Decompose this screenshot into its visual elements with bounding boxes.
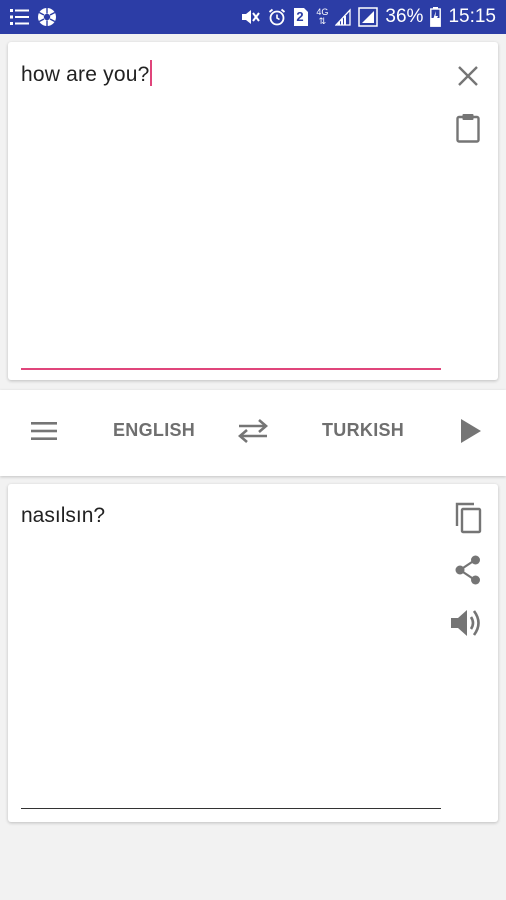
translation-card: nasılsın? — [8, 484, 498, 822]
menu-button[interactable] — [24, 413, 64, 453]
signal-icon — [335, 8, 352, 26]
speak-button[interactable] — [448, 605, 488, 645]
copy-button[interactable] — [448, 500, 488, 540]
clear-button[interactable] — [448, 58, 488, 98]
aperture-icon — [37, 7, 57, 27]
swap-icon — [237, 418, 269, 449]
volume-icon — [450, 607, 486, 644]
text-caret — [150, 60, 153, 86]
status-time: 15:15 — [448, 6, 496, 27]
copy-icon — [454, 502, 482, 539]
source-language-button[interactable]: ENGLISH — [113, 420, 195, 441]
menu-icon — [31, 421, 57, 446]
sim-icon: 2 — [293, 7, 309, 27]
output-underline — [21, 808, 441, 809]
status-bar: 2 4G ⇅ 36% 15:15 — [0, 0, 506, 34]
close-icon — [457, 65, 479, 92]
battery-icon — [430, 7, 442, 27]
clipboard-icon — [456, 113, 480, 148]
source-text-value: how are you? — [21, 63, 150, 86]
play-icon — [460, 418, 482, 449]
target-language-button[interactable]: TURKISH — [322, 420, 404, 441]
status-left — [10, 7, 57, 27]
battery-percent: 36% — [385, 6, 424, 27]
alarm-icon — [268, 8, 286, 26]
mute-icon — [241, 8, 261, 26]
source-text-card[interactable]: how are you? — [8, 42, 498, 380]
swap-languages-button[interactable] — [233, 413, 273, 453]
sim-slot-label: 2 — [296, 9, 304, 24]
list-icon — [10, 8, 30, 26]
share-button[interactable] — [448, 552, 488, 592]
share-icon — [454, 555, 482, 590]
language-toolbar: ENGLISH TURKISH — [0, 390, 506, 476]
signal2-icon — [358, 7, 379, 27]
status-right: 2 4G ⇅ 36% 15:15 — [241, 6, 496, 28]
paste-button[interactable] — [448, 110, 488, 150]
input-underline — [21, 368, 441, 370]
translate-button[interactable] — [451, 413, 491, 453]
source-text-input[interactable]: how are you? — [21, 60, 153, 87]
network-icon: 4G ⇅ — [316, 7, 329, 26]
translated-text: nasılsın? — [21, 504, 106, 527]
